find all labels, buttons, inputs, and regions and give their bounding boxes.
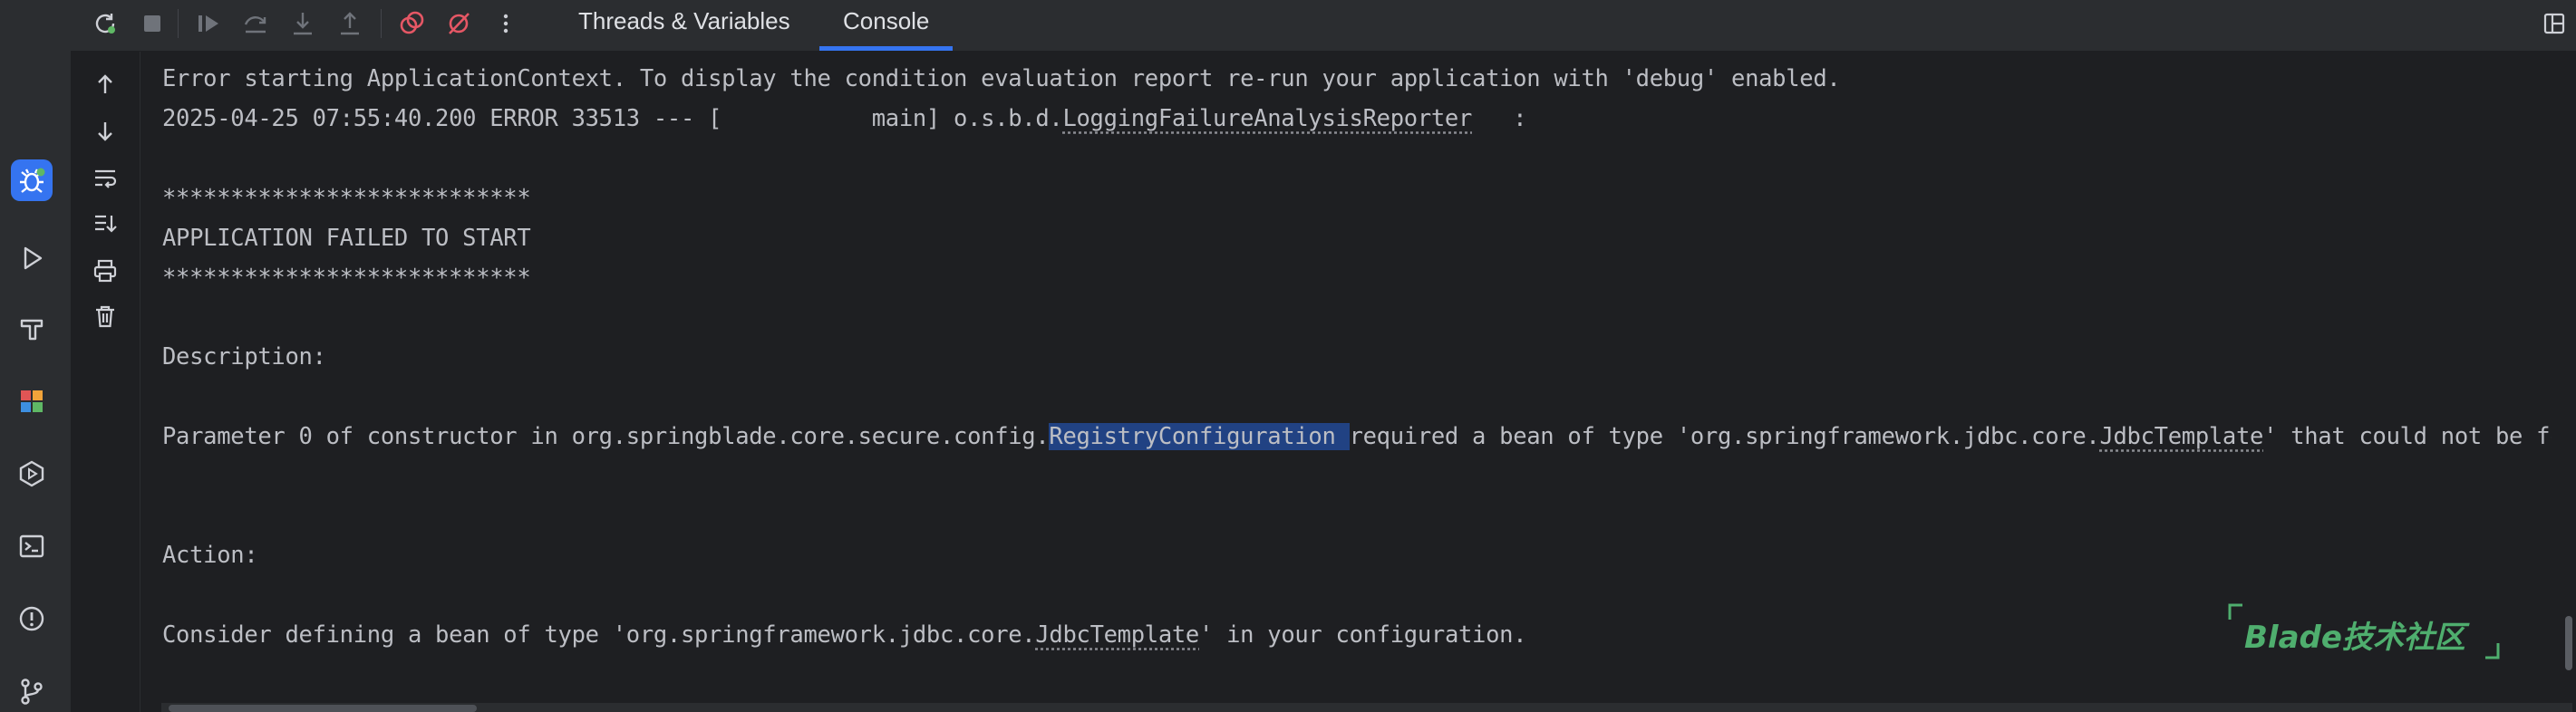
resume-icon[interactable] xyxy=(192,7,225,40)
step-into-icon[interactable] xyxy=(286,7,319,40)
console-actions xyxy=(71,52,140,712)
console-line: APPLICATION FAILED TO START xyxy=(162,225,531,252)
jdbc-template-link[interactable]: JdbcTemplate xyxy=(2099,423,2263,450)
console-line: Consider defining a bean of type 'org.sp… xyxy=(162,621,1527,649)
param-text: ' that could not be found. xyxy=(2263,423,2552,450)
plugins-icon[interactable] xyxy=(11,380,53,422)
console-line: *************************** xyxy=(162,265,531,292)
vertical-scrollbar[interactable] xyxy=(2565,616,2572,670)
layout-icon[interactable] xyxy=(2538,7,2571,40)
log-separator: : xyxy=(1472,105,1527,132)
build-icon[interactable] xyxy=(11,308,53,350)
soft-wrap-icon[interactable] xyxy=(87,160,123,197)
debug-toolbar: Threads & Variables Console xyxy=(71,0,2576,52)
terminal-icon[interactable] xyxy=(11,525,53,567)
tab-threads-variables[interactable]: Threads & Variables xyxy=(555,0,814,51)
param-text: Parameter 0 of constructor in org.spring… xyxy=(162,423,1050,450)
stop-icon[interactable] xyxy=(136,7,169,40)
console-output[interactable]: Error starting ApplicationContext. To di… xyxy=(140,52,2552,704)
horizontal-scroll-track xyxy=(161,703,2572,712)
tab-console[interactable]: Console xyxy=(819,0,954,51)
console-line: Parameter 0 of constructor in org.spring… xyxy=(162,423,2552,450)
step-over-icon[interactable] xyxy=(239,7,272,40)
scroll-to-end-icon[interactable] xyxy=(87,206,123,242)
log-prefix: 2025-04-25 07:55:40.200 ERROR 33513 --- … xyxy=(162,105,1063,132)
view-breakpoints-icon[interactable] xyxy=(395,7,428,40)
horizontal-scrollbar[interactable] xyxy=(169,705,477,712)
consider-text: ' in your configuration. xyxy=(1199,621,1527,649)
rerun-icon[interactable] xyxy=(89,7,121,40)
consider-text: Consider defining a bean of type 'org.sp… xyxy=(162,621,1036,649)
console-line: 2025-04-25 07:55:40.200 ERROR 33513 --- … xyxy=(162,105,1527,132)
scroll-up-icon[interactable] xyxy=(87,66,123,102)
console-line: Error starting ApplicationContext. To di… xyxy=(162,65,1841,92)
git-icon[interactable] xyxy=(11,670,53,712)
print-icon[interactable] xyxy=(87,253,123,289)
scroll-down-icon[interactable] xyxy=(87,113,123,149)
watermark-text: Blade技术社区 xyxy=(2244,620,2465,656)
watermark: Blade技术社区 xyxy=(2228,601,2500,661)
console-line: *************************** xyxy=(162,185,531,212)
selected-class-name[interactable]: RegistryConfiguration xyxy=(1049,423,1350,450)
problems-icon[interactable] xyxy=(11,598,53,640)
console-line: Action: xyxy=(162,542,258,569)
logger-class-link[interactable]: LoggingFailureAnalysisReporter xyxy=(1062,105,1472,132)
jdbc-template-link[interactable]: JdbcTemplate xyxy=(1035,621,1199,649)
step-out-icon[interactable] xyxy=(334,7,366,40)
more-icon[interactable] xyxy=(489,7,522,40)
mute-breakpoints-icon[interactable] xyxy=(442,7,475,40)
param-text: required a bean of type 'org.springframe… xyxy=(1349,423,2100,450)
clear-icon[interactable] xyxy=(87,298,123,334)
services-icon[interactable] xyxy=(11,453,53,495)
debug-icon[interactable] xyxy=(11,159,53,201)
run-icon[interactable] xyxy=(11,237,53,279)
console-line: Description: xyxy=(162,343,326,370)
tool-window-strip xyxy=(0,0,72,712)
